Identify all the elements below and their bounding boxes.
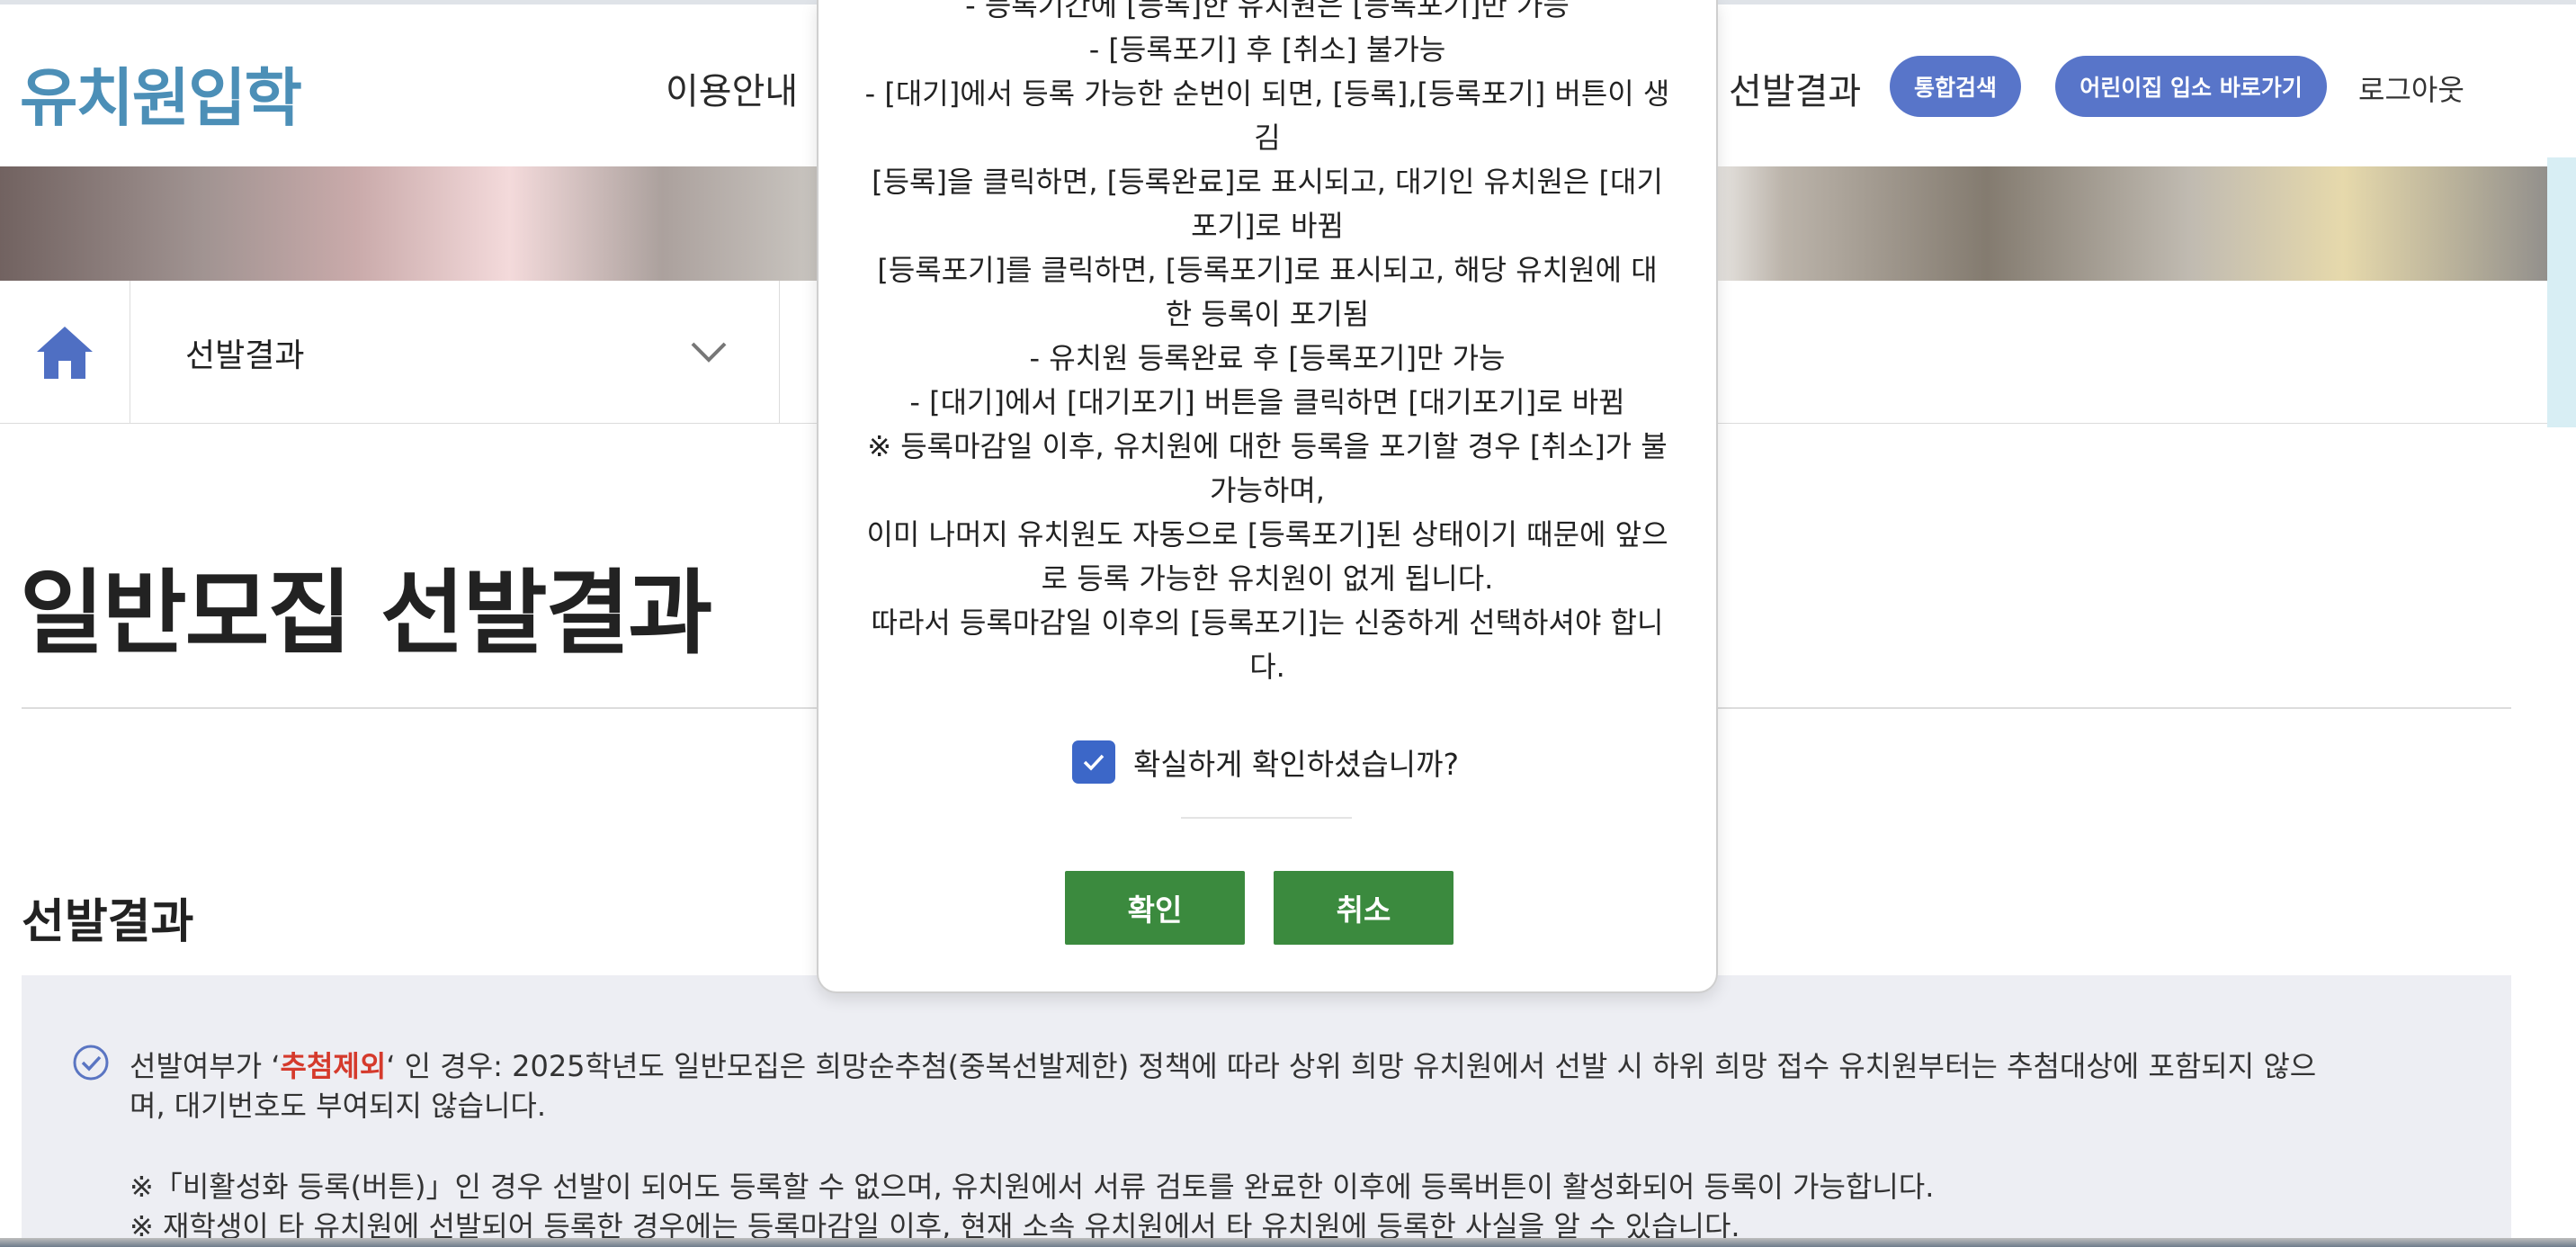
confirm-checkbox[interactable]: [1072, 740, 1115, 784]
notice-prefix: 선발여부가 ‘: [130, 1049, 281, 1083]
daycare-shortcut-button[interactable]: 어린이집 입소 바로가기: [2055, 56, 2327, 117]
checkmark-icon: [1083, 754, 1105, 771]
nav-selection-results[interactable]: 선발결과: [1729, 62, 1861, 114]
modal-line: - [대기]에서 등록 가능한 순번이 되면, [등록],[등록포기] 버튼이 …: [864, 76, 1670, 111]
ok-button[interactable]: 확인: [1065, 871, 1245, 945]
notice-highlight: 추첨제외: [280, 1049, 387, 1083]
home-button[interactable]: [0, 281, 130, 423]
modal-line: - [등록포기] 후 [취소] 불가능: [1088, 32, 1446, 67]
home-icon: [37, 327, 93, 379]
modal-separator: [1181, 817, 1352, 819]
modal-line: 김: [1254, 121, 1281, 155]
scrollbar-thumb[interactable]: [2547, 157, 2576, 427]
chevron-down-icon: [691, 342, 727, 363]
cancel-button[interactable]: 취소: [1274, 871, 1453, 945]
notice-line-3: ※「비활성화 등록(버튼)」인 경우 선발이 되어도 등록할 수 없으며, 유치…: [130, 1170, 1935, 1204]
section-title: 선발결과: [22, 895, 194, 949]
modal-line: 따라서 등록마감일 이후의 [등록포기]는 신중하게 선택하셔야 합니: [871, 606, 1664, 640]
modal-line: 로 등록 가능한 유치원이 없게 됩니다.: [1041, 561, 1494, 596]
confirm-check-label[interactable]: 확실하게 확인하셨습니까?: [1133, 740, 1459, 784]
modal-line: 가능하며,: [1210, 473, 1325, 507]
modal-line: 포기]로 바뀜: [1191, 209, 1344, 243]
modal-line: ※ 등록마감일 이후, 유치원에 대한 등록을 포기할 경우 [취소]가 불: [867, 429, 1668, 463]
modal-line: 다.: [1249, 650, 1285, 684]
integrated-search-button[interactable]: 통합검색: [1890, 56, 2021, 117]
modal-message: - 등록기간에 [등록]한 유치원은 [등록포기]만 가능 - [등록포기] 후…: [845, 0, 1689, 689]
confirm-modal: - 등록기간에 [등록]한 유치원은 [등록포기]만 가능 - [등록포기] 후…: [817, 0, 1718, 993]
check-circle-icon: [73, 1045, 109, 1081]
notice-suffix: ‘ 인 경우: 2025학년도 일반모집은 희망순추첨(중복선발제한) 정책에 …: [386, 1049, 2317, 1083]
section-select[interactable]: 선발결과: [130, 281, 780, 423]
modal-line: 한 등록이 포기됨: [1165, 297, 1370, 331]
nav-usage-guide[interactable]: 이용안내: [666, 62, 798, 114]
notice-line-2: 며, 대기번호도 부여되지 않습니다.: [130, 1089, 547, 1123]
modal-line: [등록포기]를 클릭하면, [등록포기]로 표시되고, 해당 유치원에 대: [877, 253, 1658, 287]
logout-link[interactable]: 로그아웃: [2358, 67, 2464, 109]
section-select-label: 선발결과: [185, 337, 305, 374]
notice-line-1: 선발여부가 ‘추첨제외‘ 인 경우: 2025학년도 일반모집은 희망순추첨(중…: [130, 1044, 2316, 1085]
notice-box: 선발여부가 ‘추첨제외‘ 인 경우: 2025학년도 일반모집은 희망순추첨(중…: [22, 975, 2511, 1247]
modal-line: - 유치원 등록완료 후 [등록포기]만 가능: [1029, 341, 1506, 375]
page-title: 일반모집 선발결과: [20, 561, 712, 668]
confirm-check-row: 확실하게 확인하셨습니까?: [1072, 740, 1459, 785]
modal-line: - 등록기간에 [등록]한 유치원은 [등록포기]만 가능: [965, 0, 1570, 22]
modal-line: [등록]을 클릭하면, [등록완료]로 표시되고, 대기인 유치원은 [대기: [872, 165, 1663, 199]
bottom-edge: [0, 1238, 2576, 1247]
modal-line: - [대기]에서 [대기포기] 버튼을 클릭하면 [대기포기]로 바뀜: [909, 385, 1625, 419]
modal-line: 이미 나머지 유치원도 자동으로 [등록포기]된 상태이기 때문에 앞으: [866, 517, 1668, 552]
site-logo[interactable]: 유치원입학: [20, 48, 302, 139]
